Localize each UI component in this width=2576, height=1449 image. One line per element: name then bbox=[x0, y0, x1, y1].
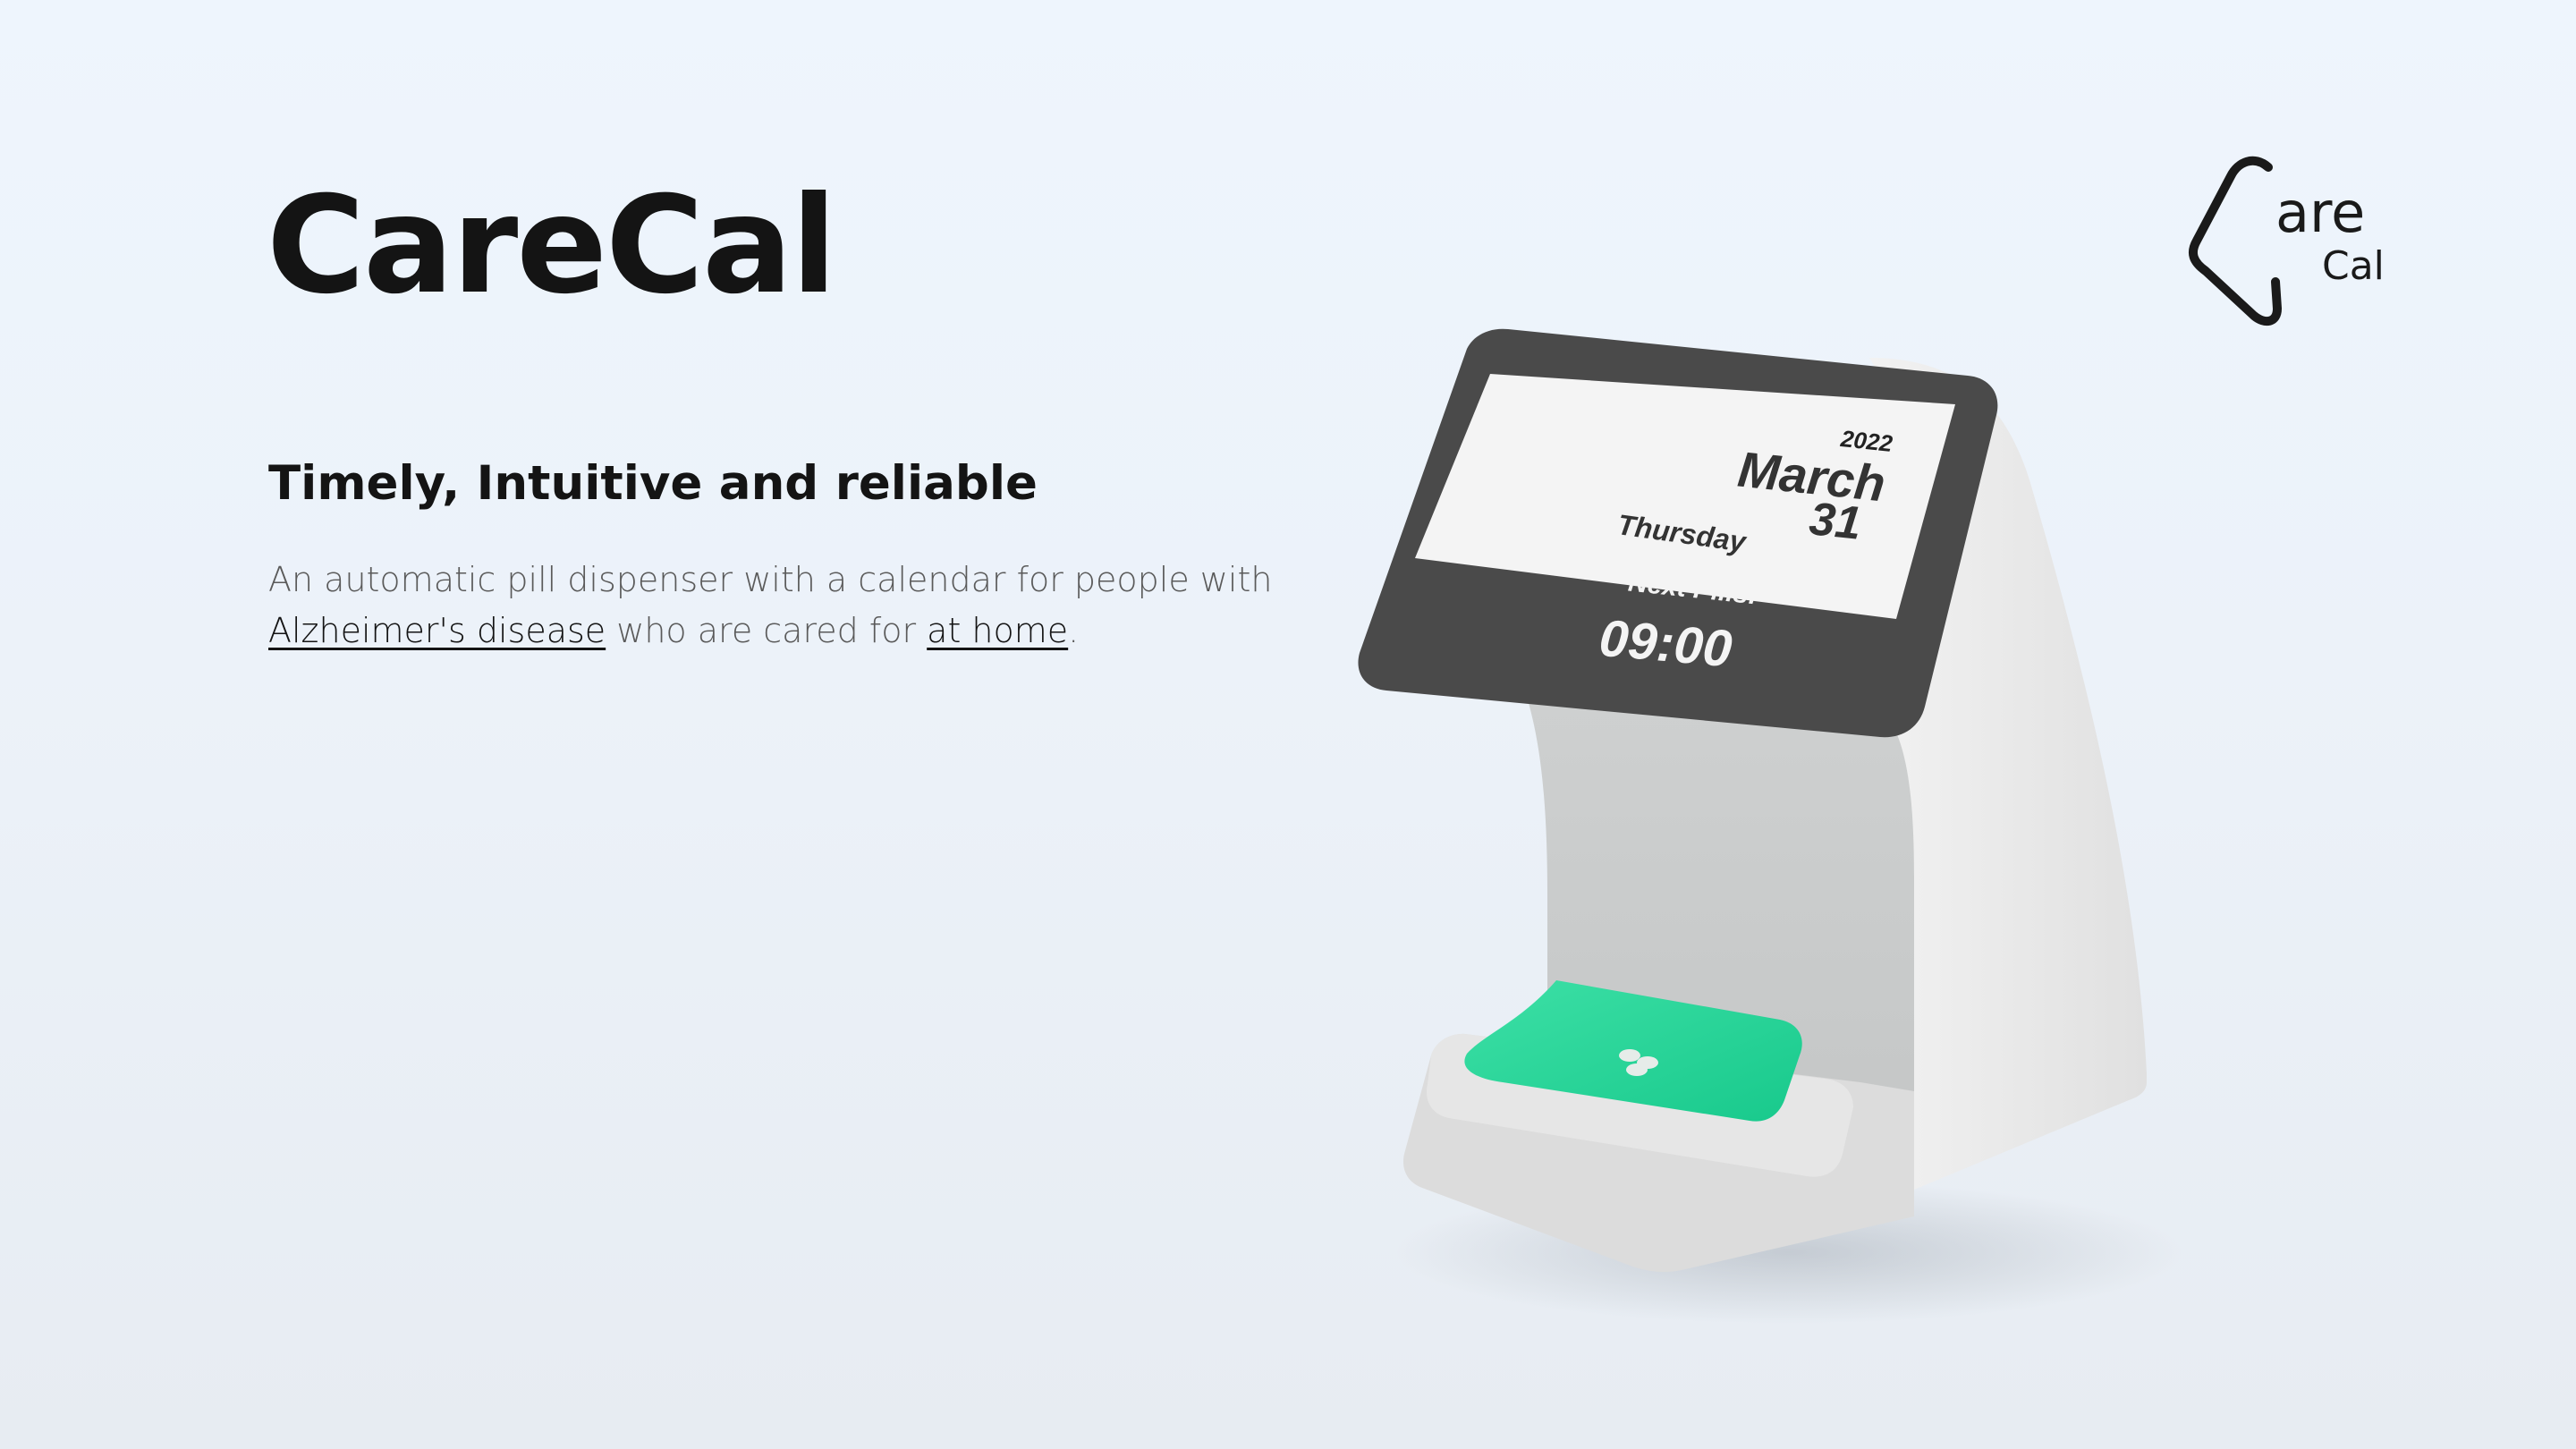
carecal-logo: are Cal bbox=[2182, 148, 2406, 344]
screen-day: 31 bbox=[1807, 493, 1864, 550]
description-text-3: . bbox=[1068, 611, 1080, 650]
description-text-2: who are cared for bbox=[606, 611, 928, 650]
pill bbox=[1619, 1049, 1640, 1062]
pill-dispenser-image: 2022 March 31 Thursday Next Pills: 09:00 bbox=[1324, 322, 2182, 1333]
description: An automatic pill dispenser with a calen… bbox=[268, 555, 1324, 657]
logo-text-cal: Cal bbox=[2322, 243, 2385, 289]
logo-text-are: are bbox=[2275, 180, 2366, 245]
alzheimers-disease-link[interactable]: Alzheimer's disease bbox=[268, 611, 606, 650]
page-title: CareCal bbox=[267, 168, 837, 324]
at-home-link[interactable]: at home bbox=[927, 611, 1068, 650]
screen-next-pills-time: 09:00 bbox=[1597, 608, 1734, 679]
description-text-1: An automatic pill dispenser with a calen… bbox=[268, 560, 1273, 599]
tagline: Timely, Intuitive and reliable bbox=[268, 456, 1038, 511]
